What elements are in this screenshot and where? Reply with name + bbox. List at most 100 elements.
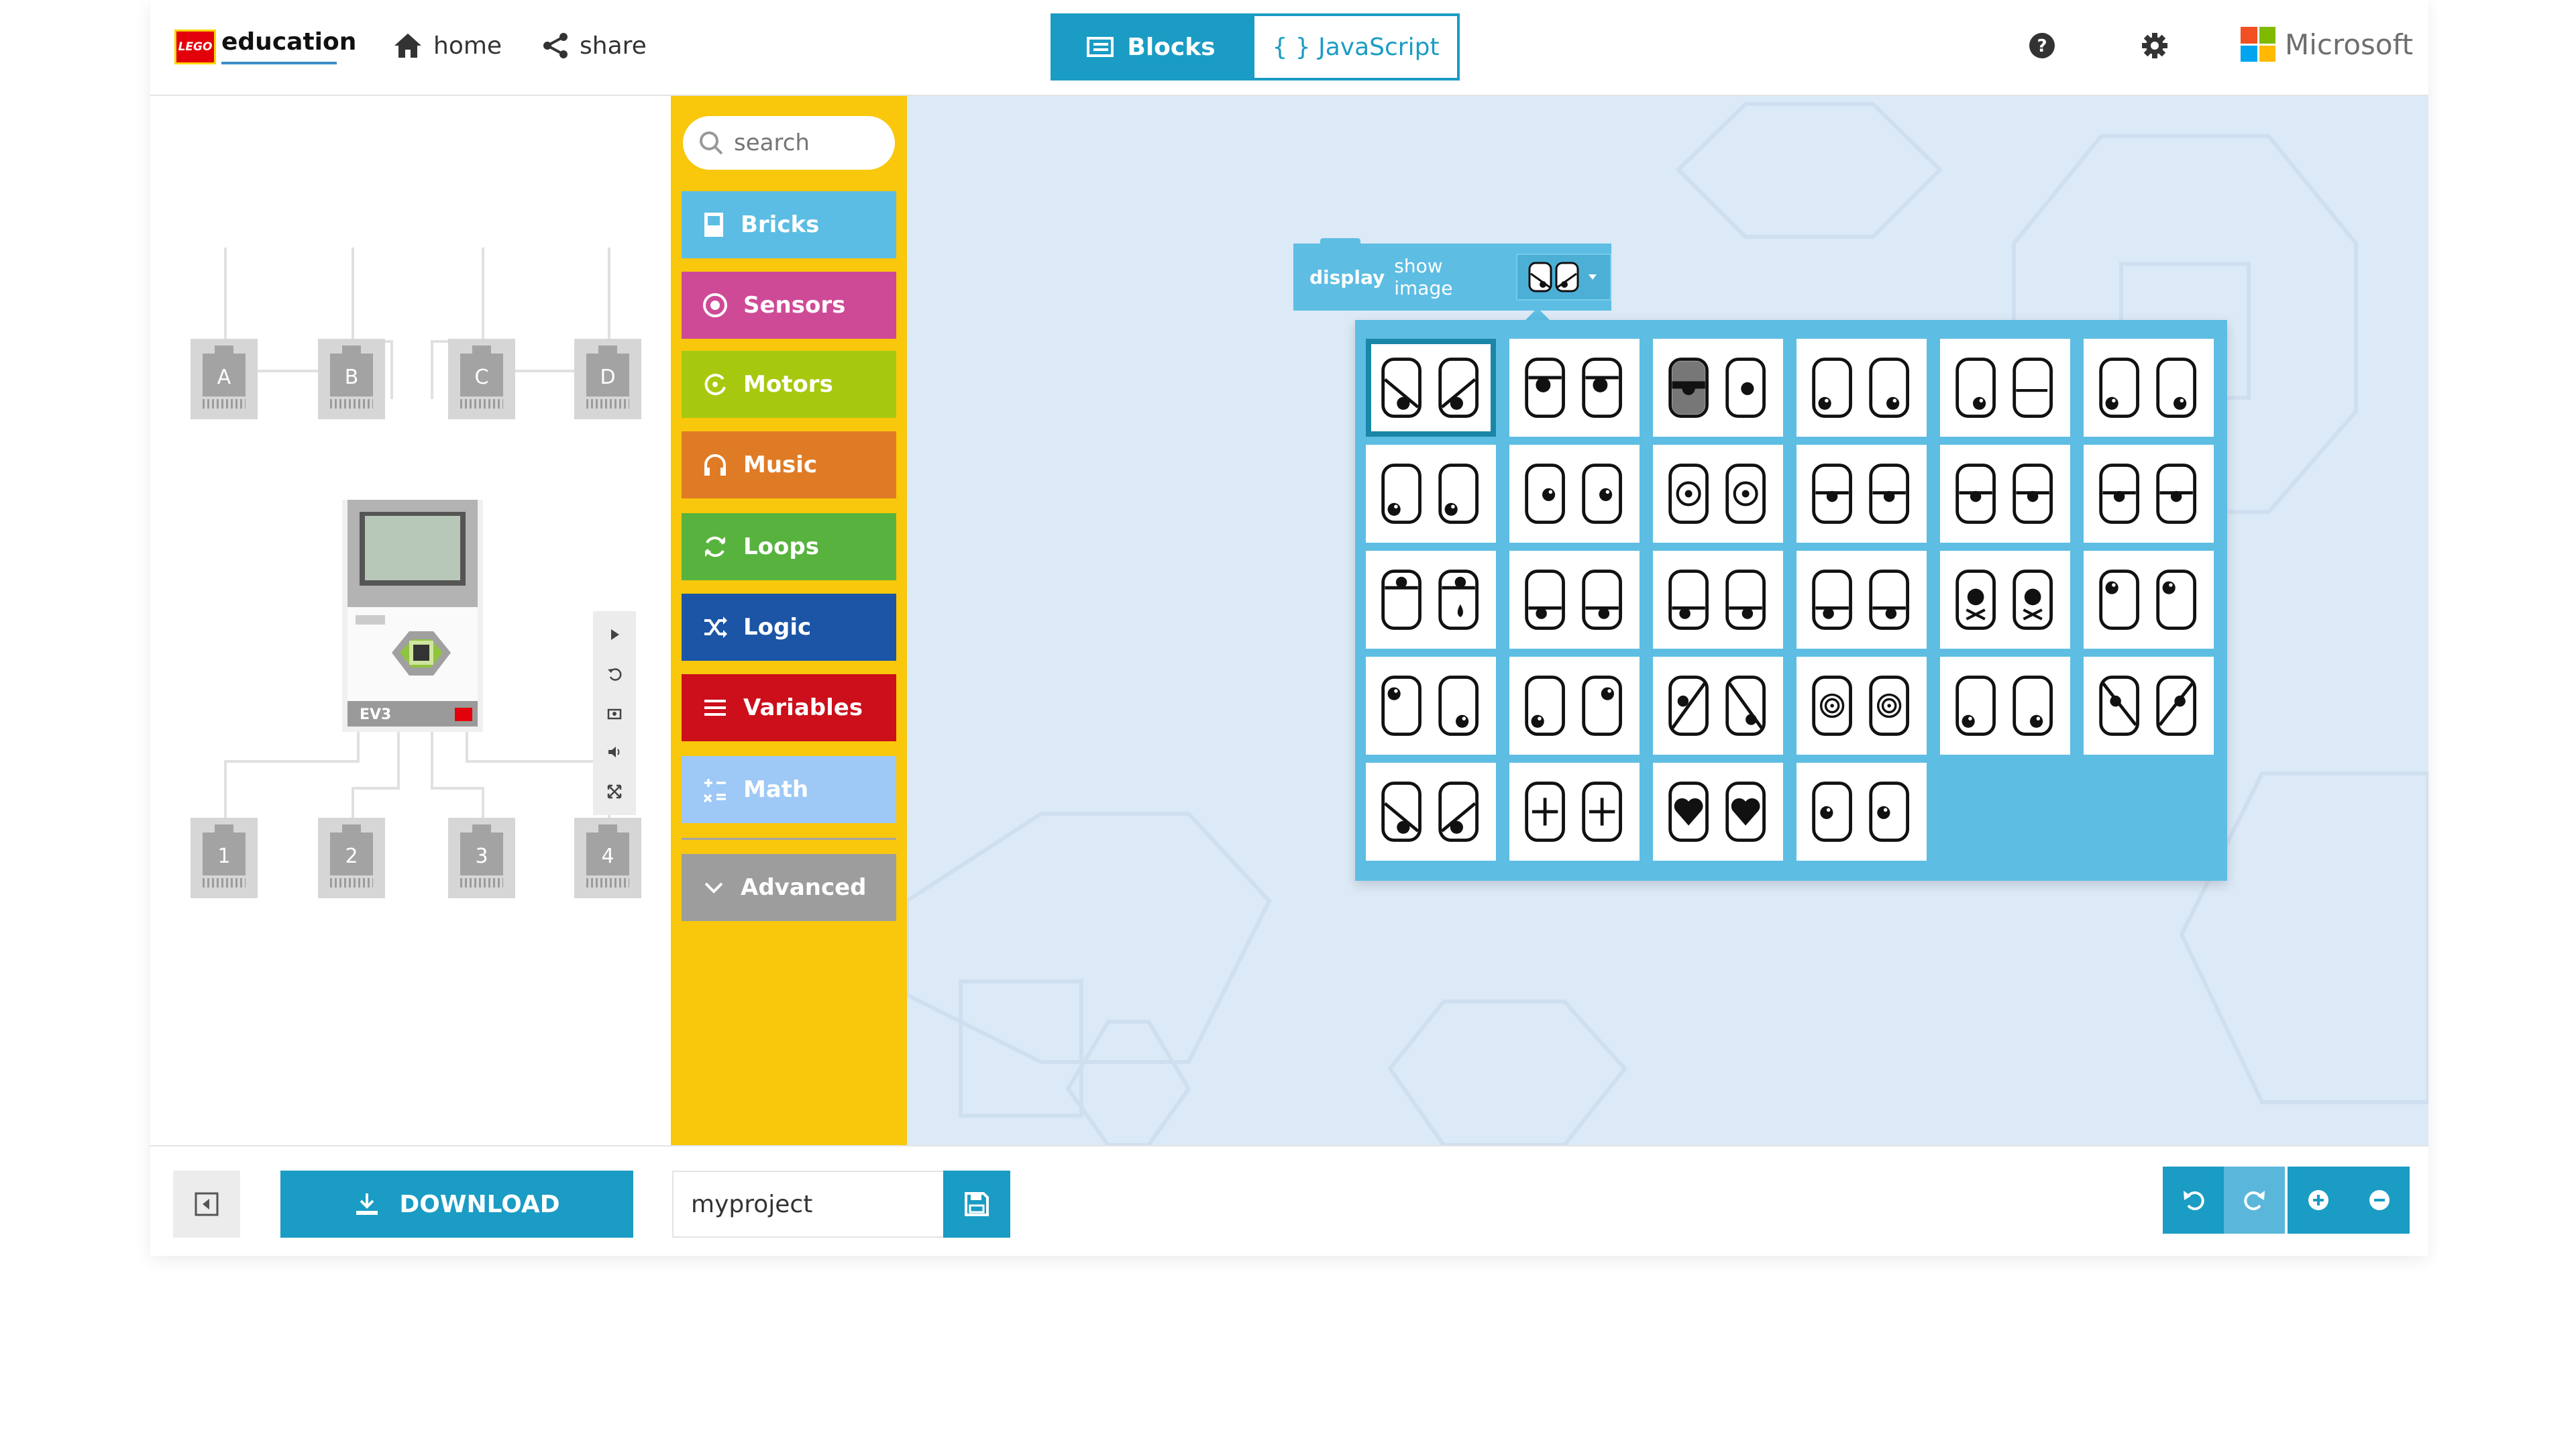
zoom-out-button[interactable]: [2349, 1167, 2410, 1234]
help-button[interactable]: ?: [2022, 25, 2062, 66]
project-name-input[interactable]: myproject: [672, 1171, 946, 1238]
undo-icon: [2183, 1191, 2204, 1210]
image-option[interactable]: [1509, 763, 1640, 861]
eyes-bottom-right-icon: [1955, 358, 2053, 418]
image-option[interactable]: [1366, 551, 1496, 649]
wire: [431, 340, 433, 399]
image-option[interactable]: [1366, 339, 1496, 437]
lego-logo[interactable]: LEGO: [174, 30, 216, 64]
image-dropdown[interactable]: [1516, 254, 1611, 301]
port-c[interactable]: C: [448, 339, 515, 419]
category-music[interactable]: Music: [682, 431, 896, 498]
image-option[interactable]: [1509, 339, 1640, 437]
image-option[interactable]: [1796, 551, 1927, 649]
home-button[interactable]: home: [393, 25, 502, 66]
eyes-middle-right-icon: [1812, 570, 1909, 630]
port-d[interactable]: D: [574, 339, 641, 419]
category-sensors[interactable]: Sensors: [682, 272, 896, 339]
category-advanced[interactable]: Advanced: [682, 854, 896, 921]
category-math[interactable]: Math: [682, 756, 896, 823]
image-option[interactable]: [1653, 763, 1783, 861]
category-bricks[interactable]: Bricks: [682, 191, 896, 258]
mute-icon[interactable]: [606, 744, 623, 760]
save-button[interactable]: [943, 1171, 1010, 1238]
category-variables[interactable]: Variables: [682, 674, 896, 741]
image-option[interactable]: [1509, 657, 1640, 755]
image-option[interactable]: [1653, 339, 1783, 437]
shuffle-icon: [704, 616, 727, 638]
port-2[interactable]: 2: [318, 818, 385, 898]
education-label[interactable]: education: [221, 28, 356, 56]
wire: [352, 787, 354, 818]
image-option[interactable]: [1796, 657, 1927, 755]
wire: [397, 732, 400, 790]
sensor-icon: [703, 293, 727, 317]
image-option[interactable]: [1509, 551, 1640, 649]
eyes-crazy-1-icon: [2099, 358, 2196, 418]
port-label: D: [600, 366, 616, 389]
port-a[interactable]: A: [191, 339, 258, 419]
help-icon: ?: [2029, 33, 2055, 58]
category-label: Advanced: [741, 874, 867, 901]
image-option[interactable]: [2084, 657, 2214, 755]
port-b[interactable]: B: [318, 339, 385, 419]
eyes-nuclear-icon: [2099, 570, 2196, 630]
collapse-simulator-button[interactable]: [173, 1171, 240, 1238]
image-option[interactable]: [1653, 657, 1783, 755]
image-option[interactable]: [1366, 763, 1496, 861]
image-option[interactable]: [1366, 657, 1496, 755]
wire: [466, 760, 610, 763]
settings-button[interactable]: [2135, 25, 2175, 66]
image-option[interactable]: [1940, 339, 2070, 437]
list-icon: [704, 700, 726, 716]
image-option[interactable]: [2084, 339, 2214, 437]
microsoft-label: Microsoft: [2285, 28, 2414, 61]
eyes-bottom-left-icon: [1812, 358, 1909, 418]
javascript-mode-button[interactable]: { } JavaScript: [1252, 13, 1460, 80]
port-4[interactable]: 4: [574, 818, 641, 898]
search-input[interactable]: [734, 129, 875, 156]
eyes-tired-left-icon: [1955, 676, 2053, 736]
category-motors[interactable]: Motors: [682, 351, 896, 418]
redo-button[interactable]: [2224, 1167, 2285, 1234]
category-label: Music: [743, 451, 818, 478]
download-button[interactable]: DOWNLOAD: [280, 1171, 633, 1238]
toolbox-divider: [682, 838, 896, 840]
eyes-evil-icon: [1955, 464, 2053, 524]
restart-icon[interactable]: [606, 666, 623, 682]
display-show-image-block[interactable]: display show image: [1293, 238, 1611, 311]
image-option[interactable]: [1653, 551, 1783, 649]
blocks-mode-button[interactable]: Blocks: [1051, 13, 1252, 80]
wire: [224, 760, 227, 818]
image-option[interactable]: [1940, 657, 2070, 755]
image-option[interactable]: [2084, 445, 2214, 543]
image-preview-angry-icon: [1528, 262, 1579, 292]
blocks-workspace[interactable]: display show image: [907, 96, 2428, 1145]
ev3-brick[interactable]: EV3: [342, 500, 483, 732]
image-option[interactable]: [1940, 551, 2070, 649]
image-option[interactable]: [1796, 445, 1927, 543]
category-logic[interactable]: Logic: [682, 594, 896, 661]
toolbox-search[interactable]: [683, 116, 895, 170]
image-option[interactable]: [1796, 339, 1927, 437]
microsoft-logo[interactable]: Microsoft: [2241, 27, 2413, 62]
ev3-label: EV3: [360, 706, 392, 723]
port-1[interactable]: 1: [191, 818, 258, 898]
undo-button[interactable]: [2163, 1167, 2224, 1234]
image-option[interactable]: [1653, 445, 1783, 543]
share-button[interactable]: share: [542, 25, 647, 66]
svg-text:?: ?: [2037, 36, 2047, 56]
image-option[interactable]: [1509, 445, 1640, 543]
image-option[interactable]: [1940, 445, 2070, 543]
image-option[interactable]: [1366, 445, 1496, 543]
image-option[interactable]: [2084, 551, 2214, 649]
snapshot-icon[interactable]: [606, 705, 623, 721]
category-loops[interactable]: Loops: [682, 513, 896, 580]
zoom-in-button[interactable]: [2288, 1167, 2349, 1234]
image-option[interactable]: [1796, 763, 1927, 861]
port-3[interactable]: 3: [448, 818, 515, 898]
port-label: 4: [601, 845, 614, 868]
fullscreen-icon[interactable]: [606, 784, 623, 800]
category-label: Motors: [743, 371, 833, 398]
play-icon[interactable]: [606, 627, 623, 643]
